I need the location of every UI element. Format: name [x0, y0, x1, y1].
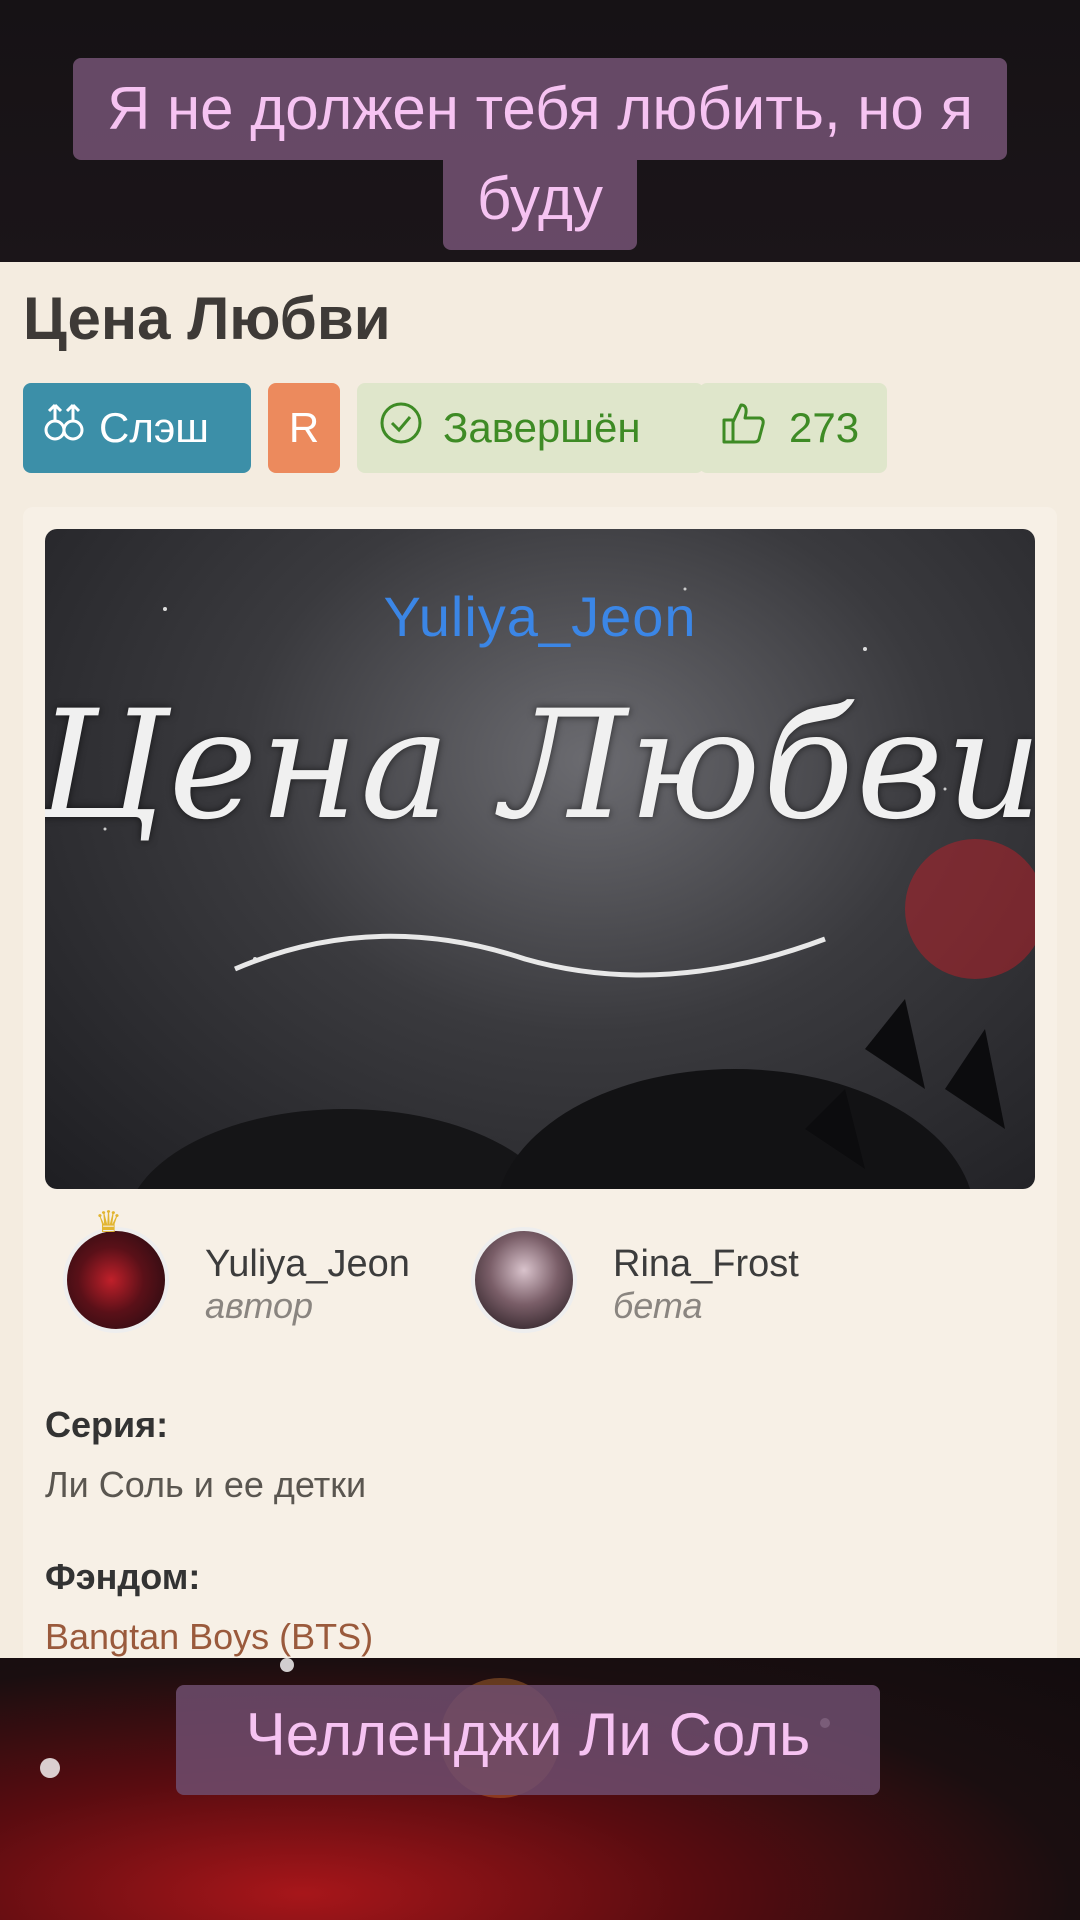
series-label: Серия: — [45, 1404, 169, 1445]
top-caption: Я не должен тебя любить, но я буду — [0, 58, 1080, 250]
top-caption-line-1: Я не должен тебя любить, но я — [73, 58, 1007, 160]
fanfic-page: Цена Любви Слэш R Завершён 273 Yuliya_Je… — [0, 262, 1080, 1658]
bottom-caption: Челленджи Ли Соль — [176, 1685, 880, 1795]
likes-count: 273 — [789, 404, 860, 451]
cover-image[interactable]: Yuliya_Jeon Цена Любви — [45, 529, 1035, 1189]
work-info-card: Yuliya_Jeon Цена Любви ♛ Yuliya_Jeon авт… — [23, 507, 1057, 1658]
bokeh-light — [40, 1758, 60, 1778]
fandom-label: Фэндом: — [45, 1556, 201, 1597]
top-caption-line-2: буду — [442, 160, 638, 250]
avatar[interactable] — [63, 1227, 169, 1333]
beta-role: бета — [613, 1285, 703, 1326]
page-title: Цена Любви — [23, 285, 391, 352]
status-label: Завершён — [443, 404, 641, 451]
rating-label: R — [288, 404, 320, 451]
status-badge: Завершён — [357, 383, 704, 473]
check-circle-icon — [379, 401, 423, 455]
series-value[interactable]: Ли Соль и ее детки — [45, 1464, 366, 1506]
cover-author-text: Yuliya_Jeon — [383, 585, 697, 648]
crown-icon: ♛ — [95, 1206, 122, 1239]
author-name[interactable]: Yuliya_Jeon — [205, 1243, 410, 1286]
rating-badge[interactable]: R — [268, 383, 340, 473]
beta-name[interactable]: Rina_Frost — [613, 1243, 799, 1286]
cover-title-text: Цена Любви — [45, 679, 1035, 853]
direction-label: Слэш — [99, 404, 209, 451]
author-role: автор — [205, 1285, 314, 1326]
thumbs-up-icon — [721, 401, 767, 455]
direction-badge[interactable]: Слэш — [23, 383, 251, 473]
likes-badge[interactable]: 273 — [699, 383, 887, 473]
fandom-link[interactable]: Bangtan Boys (BTS) — [45, 1616, 373, 1658]
bokeh-light — [280, 1658, 294, 1672]
male-male-icon — [43, 402, 85, 454]
avatar[interactable] — [471, 1227, 577, 1333]
